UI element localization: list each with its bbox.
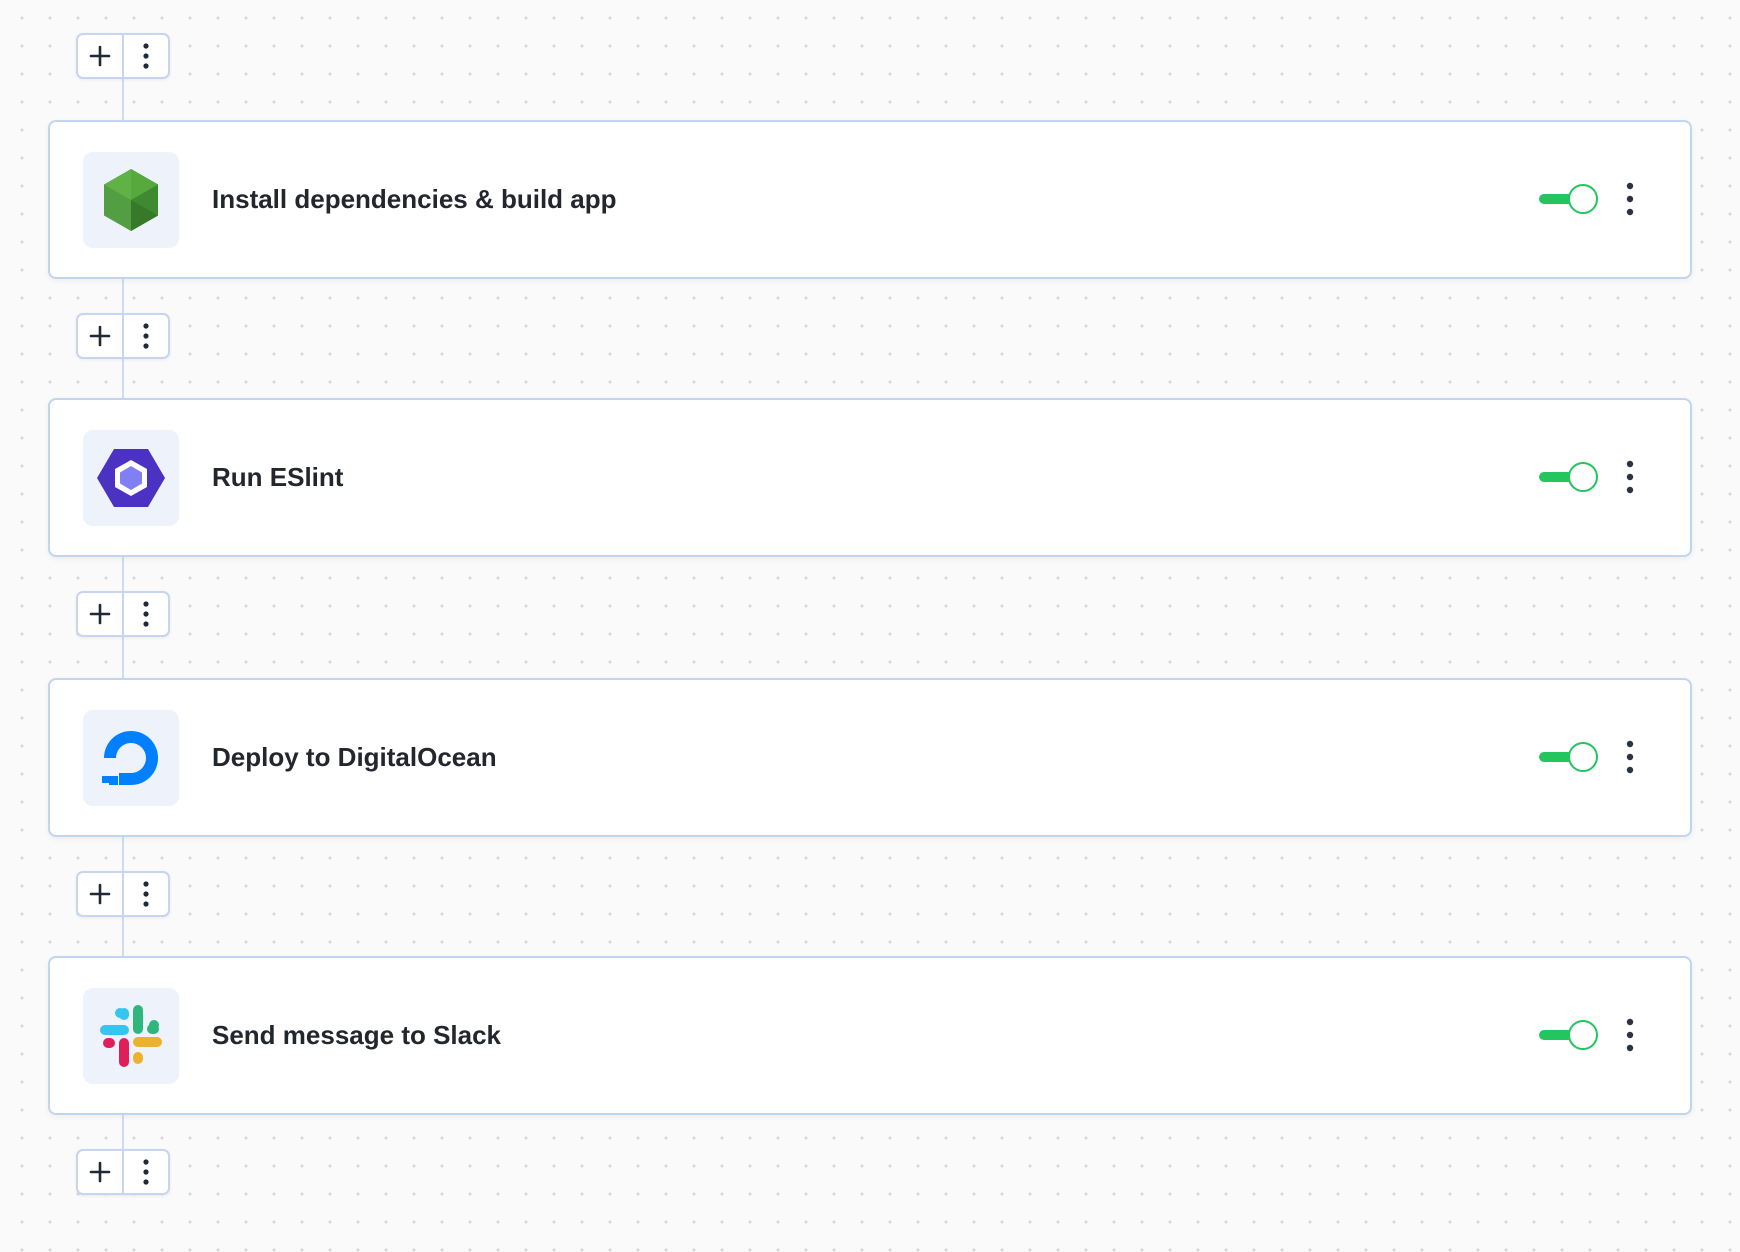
kebab-menu-icon [1626,182,1634,216]
connector-line [122,78,124,122]
more-options-button[interactable] [122,315,168,357]
plus-icon [89,325,111,347]
step-enabled-toggle[interactable] [1539,1019,1599,1051]
step-title: Run ESlint [212,462,344,492]
add-step-button[interactable] [78,593,122,635]
kebab-menu-icon [143,323,149,349]
insert-step-controls [76,591,170,637]
toggle-knob [1568,462,1598,492]
kebab-menu-icon [1626,1018,1634,1052]
plus-icon [89,603,111,625]
more-options-button[interactable] [122,873,168,915]
insert-step-controls [76,1149,170,1195]
plus-icon [89,883,111,905]
workflow-canvas: Install dependencies & build app Run ESl… [0,0,1740,1252]
insert-step-controls [76,871,170,917]
insert-step-controls [76,313,170,359]
step-menu-button[interactable] [1614,177,1646,221]
toggle-knob [1568,742,1598,772]
step-title: Deploy to DigitalOcean [212,742,497,772]
workflow-step-card[interactable]: Install dependencies & build app [48,120,1692,279]
step-enabled-toggle[interactable] [1539,183,1599,215]
more-options-button[interactable] [122,1151,168,1193]
plus-icon [89,1161,111,1183]
workflow-step-card[interactable]: Run ESlint [48,398,1692,557]
workflow-step-card[interactable]: Deploy to DigitalOcean [48,678,1692,837]
more-options-button[interactable] [122,35,168,77]
step-icon-tile [83,430,179,526]
insert-step-controls [76,33,170,79]
kebab-menu-icon [143,601,149,627]
kebab-menu-icon [1626,460,1634,494]
step-title: Send message to Slack [212,1020,502,1050]
step-menu-button[interactable] [1614,1013,1646,1057]
kebab-menu-icon [143,881,149,907]
nodejs-icon [104,169,158,231]
step-icon-tile [83,988,179,1084]
eslint-icon [97,449,165,507]
kebab-menu-icon [143,1159,149,1185]
kebab-menu-icon [143,43,149,69]
toggle-knob [1568,184,1598,214]
slack-icon [100,1005,162,1067]
step-menu-button[interactable] [1614,455,1646,499]
plus-icon [89,45,111,67]
toggle-knob [1568,1020,1598,1050]
workflow-step-card[interactable]: Send message to Slack [48,956,1692,1115]
step-enabled-toggle[interactable] [1539,461,1599,493]
connector-line [122,1114,124,1150]
add-step-button[interactable] [78,873,122,915]
step-title: Install dependencies & build app [212,184,617,214]
step-menu-button[interactable] [1614,735,1646,779]
kebab-menu-icon [1626,740,1634,774]
digitalocean-icon [102,731,158,785]
step-icon-tile [83,152,179,248]
add-step-button[interactable] [78,1151,122,1193]
add-step-button[interactable] [78,35,122,77]
step-enabled-toggle[interactable] [1539,741,1599,773]
add-step-button[interactable] [78,315,122,357]
step-icon-tile [83,710,179,806]
more-options-button[interactable] [122,593,168,635]
